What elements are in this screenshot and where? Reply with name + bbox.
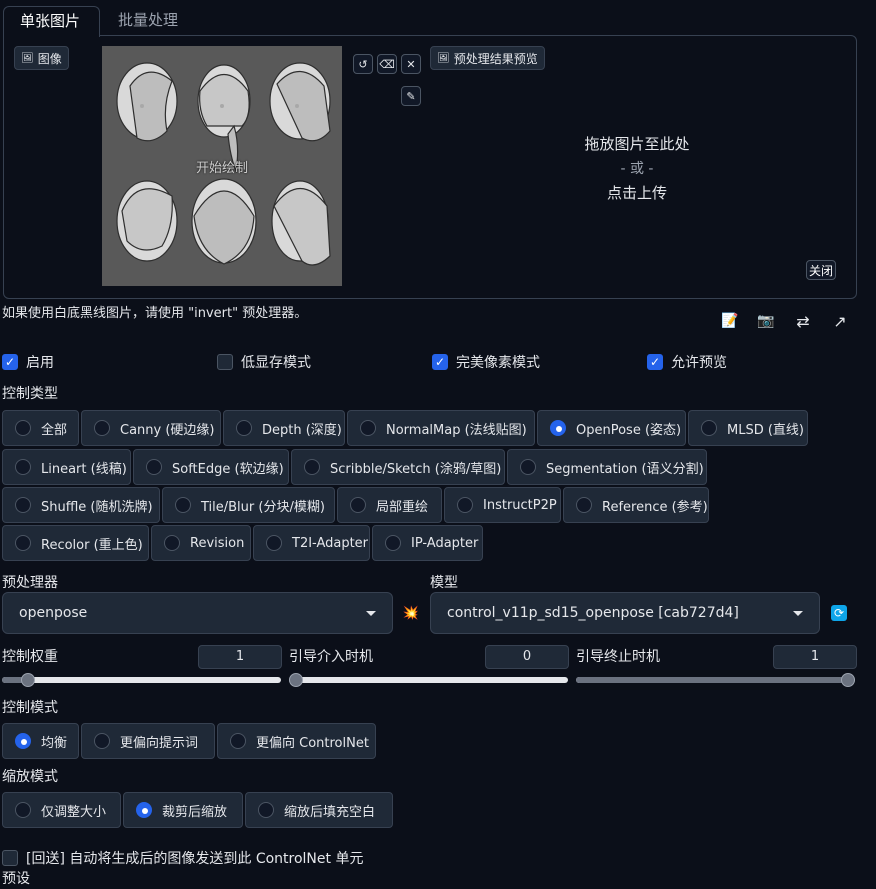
allow-preview-label: 允许预览 [671, 355, 727, 371]
chevron-down-icon [793, 610, 803, 616]
guidance-end-fill [576, 677, 848, 683]
pixel-perfect-label: 完美像素模式 [456, 355, 540, 371]
control-type-option[interactable]: Lineart (线稿) [2, 449, 131, 485]
control-mode-option[interactable]: 更偏向 ControlNet [217, 723, 376, 759]
preview-label-text: 预处理结果预览 [453, 51, 538, 66]
control-type-option[interactable]: Depth (深度) [223, 410, 345, 446]
loopback-checkbox[interactable]: [回送] 自动将生成后的图像发送到此 ControlNet 单元 [2, 848, 363, 868]
start-drawing-label: 开始绘制 [195, 161, 248, 176]
close-icon: ✕ [406, 57, 416, 71]
send-icon[interactable]: ↗ [831, 312, 849, 331]
low-vram-check-box[interactable] [217, 354, 233, 370]
guidance-start-input[interactable]: 0 [485, 645, 569, 669]
resize-mode-option[interactable]: 仅调整大小 [2, 792, 121, 828]
control-mode-title: 控制模式 [2, 700, 58, 716]
allow-preview-checkbox[interactable]: 允许预览 [647, 352, 727, 372]
tab-single-image[interactable]: 单张图片 [3, 6, 100, 37]
image-icon: 🖼 [21, 52, 34, 64]
preprocessor-select[interactable]: openpose [2, 592, 393, 634]
control-type-option[interactable]: Segmentation (语义分割) [507, 449, 707, 485]
guidance-start-slider[interactable] [289, 673, 568, 687]
refresh-icon[interactable]: ⟳ [831, 605, 847, 621]
brush-icon: ✎ [406, 89, 416, 103]
notes-icon[interactable]: 📝 [721, 312, 739, 330]
control-weight-thumb[interactable] [21, 673, 35, 687]
control-type-option[interactable]: MLSD (直线) [688, 410, 808, 446]
preprocessor-title: 预处理器 [2, 575, 58, 591]
control-weight-input[interactable]: 1 [198, 645, 282, 669]
control-weight-slider[interactable] [2, 673, 281, 687]
drop-zone-line2: - 或 - [620, 161, 654, 177]
control-type-option[interactable]: 全部 [2, 410, 79, 446]
control-mode-option[interactable]: 更偏向提示词 [81, 723, 215, 759]
guidance-end-input[interactable]: 1 [773, 645, 857, 669]
preprocessor-value: openpose [19, 605, 88, 621]
control-type-option[interactable]: NormalMap (法线贴图) [347, 410, 535, 446]
preprocessor-preview-label: 🖼 预处理结果预览 [430, 46, 545, 70]
enable-checkbox[interactable]: 启用 [2, 352, 54, 372]
image-label: 图像 [37, 51, 62, 66]
enable-check-box[interactable] [2, 354, 18, 370]
pixel-perfect-check-box[interactable] [432, 354, 448, 370]
explode-icon[interactable]: 💥 [403, 605, 419, 621]
resize-mode-option[interactable]: 缩放后填充空白 [245, 792, 393, 828]
control-type-option[interactable]: Recolor (重上色) [2, 525, 149, 561]
guidance-end-label: 引导终止时机 [576, 649, 660, 665]
model-select[interactable]: control_v11p_sd15_openpose [cab727d4] [430, 592, 820, 634]
resize-mode-title: 缩放模式 [2, 769, 58, 785]
control-type-title: 控制类型 [2, 386, 58, 402]
control-type-option[interactable]: IP-Adapter [372, 525, 483, 561]
control-type-option[interactable]: Tile/Blur (分块/模糊) [162, 487, 335, 523]
guidance-end-slider[interactable] [576, 673, 855, 687]
undo-icon: ↺ [358, 57, 368, 71]
drop-zone-line1[interactable]: 拖放图片至此处 [432, 133, 842, 154]
low-vram-checkbox[interactable]: 低显存模式 [217, 352, 311, 372]
drop-zone-line3[interactable]: 点击上传 [432, 182, 842, 203]
model-title: 模型 [430, 575, 458, 591]
eraser-icon: ⌫ [379, 57, 395, 71]
model-value: control_v11p_sd15_openpose [cab727d4] [447, 605, 739, 621]
control-type-option[interactable]: Reference (参考) [563, 487, 709, 523]
brush-button[interactable]: ✎ [401, 86, 421, 106]
control-type-option[interactable]: Scribble/Sketch (涂鸦/草图) [291, 449, 505, 485]
chevron-down-icon [366, 610, 376, 616]
control-type-option[interactable]: Canny (硬边缘) [81, 410, 221, 446]
resize-mode-option-selected[interactable]: 裁剪后缩放 [123, 792, 243, 828]
erase-button[interactable]: ⌫ [377, 54, 397, 74]
image-icon: 🖼 [437, 52, 450, 64]
clear-image-button[interactable]: ✕ [401, 54, 421, 74]
allow-preview-check-box[interactable] [647, 354, 663, 370]
image-label-badge: 🖼 图像 [14, 46, 69, 70]
control-type-option[interactable]: T2I-Adapter [253, 525, 370, 561]
presets-title: 预设 [2, 871, 30, 887]
control-type-option[interactable]: SoftEdge (软边缘) [133, 449, 289, 485]
tab-batch[interactable]: 批量处理 [102, 6, 194, 36]
undo-button[interactable]: ↺ [353, 54, 373, 74]
loopback-label: [回送] 自动将生成后的图像发送到此 ControlNet 单元 [26, 851, 364, 867]
control-type-option[interactable]: Revision [151, 525, 251, 561]
control-type-option[interactable]: Shuffle (随机洗牌) [2, 487, 160, 523]
guidance-end-thumb[interactable] [841, 673, 855, 687]
control-mode-option-selected[interactable]: 均衡 [2, 723, 79, 759]
swap-icon[interactable]: ⇄ [794, 312, 812, 331]
enable-label: 启用 [26, 355, 54, 371]
camera-icon[interactable]: 📷 [757, 312, 775, 330]
invert-hint: 如果使用白底黑线图片，请使用 "invert" 预处理器。 [2, 306, 308, 321]
control-type-option-selected[interactable]: OpenPose (姿态) [537, 410, 686, 446]
loopback-check-box[interactable] [2, 850, 18, 866]
control-type-option[interactable]: InstructP2P [444, 487, 561, 523]
control-weight-label: 控制权重 [2, 649, 58, 665]
guidance-start-label: 引导介入时机 [289, 649, 373, 665]
pixel-perfect-checkbox[interactable]: 完美像素模式 [432, 352, 540, 372]
close-preview-button[interactable]: 关闭 [806, 260, 836, 280]
control-type-option[interactable]: 局部重绘 [337, 487, 442, 523]
guidance-start-thumb[interactable] [289, 673, 303, 687]
uploaded-image-canvas[interactable]: 开始绘制 [102, 46, 342, 286]
low-vram-label: 低显存模式 [241, 355, 311, 371]
